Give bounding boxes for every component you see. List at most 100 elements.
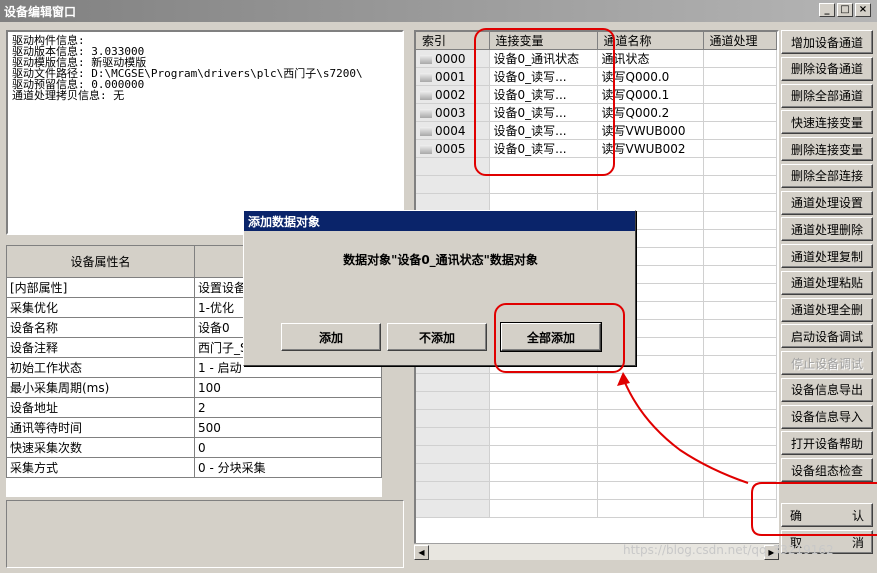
- row-channel-process: [703, 337, 777, 356]
- property-value[interactable]: 0: [194, 437, 382, 458]
- row-channel-name: [597, 427, 704, 446]
- right-button[interactable]: 删除全部连接: [781, 163, 873, 188]
- row-channel-name: [597, 409, 704, 428]
- row-index: [416, 373, 490, 392]
- confirm-button[interactable]: 确认: [781, 503, 873, 527]
- window-controls: _ □ ×: [819, 3, 871, 17]
- close-button[interactable]: ×: [855, 3, 871, 17]
- row-channel-name: [597, 463, 704, 482]
- right-button[interactable]: 设备信息导入: [781, 404, 873, 429]
- table-row[interactable]: [416, 481, 777, 500]
- table-row[interactable]: [416, 427, 777, 446]
- table-row[interactable]: [416, 373, 777, 392]
- row-connect-var: [489, 175, 598, 194]
- row-channel-name: [597, 445, 704, 464]
- row-marker-icon: [420, 144, 432, 154]
- property-row[interactable]: 快速采集次数 0: [6, 437, 382, 458]
- right-button[interactable]: 通道处理全删: [781, 297, 873, 322]
- minimize-button[interactable]: _: [819, 3, 835, 17]
- right-button[interactable]: 打开设备帮助: [781, 431, 873, 456]
- title-bar[interactable]: 设备编辑窗口 _ □ ×: [0, 0, 877, 22]
- row-index: [416, 463, 490, 482]
- row-channel-process: [703, 103, 777, 122]
- maximize-button[interactable]: □: [837, 3, 853, 17]
- column-channel-process[interactable]: 通道处理: [703, 32, 777, 50]
- row-connect-var: [489, 427, 598, 446]
- no-add-button[interactable]: 不添加: [387, 323, 487, 351]
- row-channel-process: [703, 319, 777, 338]
- right-button[interactable]: 停止设备调试: [781, 351, 873, 375]
- scroll-left-icon[interactable]: ◀: [414, 545, 429, 560]
- table-row[interactable]: [416, 175, 777, 194]
- table-row[interactable]: [416, 463, 777, 482]
- property-name: 采集方式: [6, 457, 195, 478]
- property-value[interactable]: 2: [194, 397, 382, 418]
- row-connect-var: [489, 499, 598, 518]
- row-channel-name: [597, 175, 704, 194]
- table-row[interactable]: [416, 499, 777, 518]
- right-button[interactable]: 启动设备调试: [781, 324, 873, 349]
- row-index-label: 0004: [435, 123, 466, 138]
- row-index: [416, 409, 490, 428]
- row-connect-var: [489, 463, 598, 482]
- watermark: https://blog.csdn.net/qq_33219162: [623, 543, 834, 557]
- property-value[interactable]: 100: [194, 377, 382, 398]
- row-index-label: 0003: [435, 105, 466, 120]
- dialog-title: 添加数据对象: [244, 211, 635, 231]
- property-row[interactable]: 采集方式 0 - 分块采集: [6, 457, 382, 478]
- row-index: [416, 175, 490, 194]
- right-button[interactable]: 删除全部通道: [781, 83, 873, 108]
- row-channel-process: [703, 49, 777, 68]
- row-connect-var: [489, 409, 598, 428]
- right-button[interactable]: 设备组态检查: [781, 458, 873, 482]
- row-channel-process: [703, 301, 777, 320]
- row-connect-var: [489, 193, 598, 212]
- row-channel-process: [703, 211, 777, 230]
- row-channel-process: [703, 121, 777, 140]
- row-channel-process: [703, 481, 777, 500]
- right-button[interactable]: 快速连接变量: [781, 110, 873, 135]
- property-name-header: 设备属性名: [6, 245, 195, 278]
- cancel-button-label-right: 消: [851, 535, 864, 550]
- row-index: [416, 391, 490, 410]
- table-row[interactable]: [416, 391, 777, 410]
- table-row[interactable]: [416, 409, 777, 428]
- row-marker-icon: [420, 126, 432, 136]
- right-button[interactable]: 通道处理设置: [781, 190, 873, 215]
- property-row[interactable]: 通讯等待时间 500: [6, 417, 382, 438]
- row-index: [416, 445, 490, 464]
- row-index: [416, 427, 490, 446]
- device-edit-window: 设备编辑窗口 _ □ × 驱动构件信息: 驱动版本信息: 3.033000 驱动…: [0, 0, 877, 573]
- row-index: [416, 193, 490, 212]
- right-button[interactable]: 通道处理复制: [781, 244, 873, 268]
- property-name: 采集优化: [6, 297, 195, 318]
- right-button[interactable]: 通道处理删除: [781, 217, 873, 242]
- row-index: [416, 481, 490, 500]
- property-row[interactable]: 最小采集周期(ms) 100: [6, 377, 382, 398]
- row-index-label: 0000: [435, 51, 466, 66]
- add-button[interactable]: 添加: [281, 323, 381, 351]
- property-name: 设备名称: [6, 317, 195, 338]
- property-name: 初始工作状态: [6, 357, 195, 378]
- row-channel-process: [703, 283, 777, 302]
- table-row[interactable]: [416, 193, 777, 212]
- row-marker-icon: [420, 54, 432, 64]
- property-row[interactable]: 设备地址 2: [6, 397, 382, 418]
- right-button[interactable]: 通道处理粘贴: [781, 270, 873, 295]
- row-channel-name: [597, 193, 704, 212]
- property-value[interactable]: 0 - 分块采集: [194, 457, 382, 478]
- right-button[interactable]: 删除连接变量: [781, 137, 873, 161]
- right-button[interactable]: 删除设备通道: [781, 56, 873, 81]
- row-connect-var: [489, 445, 598, 464]
- row-channel-name: [597, 391, 704, 410]
- right-button[interactable]: 增加设备通道: [781, 30, 873, 54]
- row-channel-process: [703, 157, 777, 176]
- driver-info-box[interactable]: 驱动构件信息: 驱动版本信息: 3.033000 驱动模版信息: 新驱动模版 驱…: [6, 30, 404, 235]
- right-button[interactable]: 设备信息导出: [781, 377, 873, 402]
- row-channel-process: [703, 247, 777, 266]
- property-value[interactable]: 500: [194, 417, 382, 438]
- row-channel-process: [703, 193, 777, 212]
- row-channel-process: [703, 427, 777, 446]
- row-marker-icon: [420, 72, 432, 82]
- table-row[interactable]: [416, 445, 777, 464]
